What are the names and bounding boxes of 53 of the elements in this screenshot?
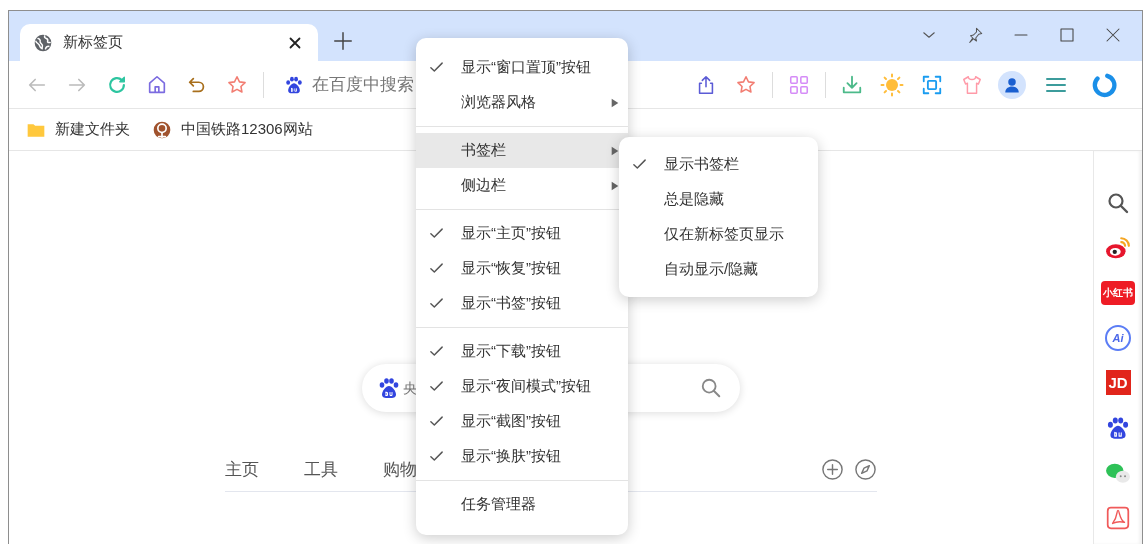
check-icon [429, 414, 444, 429]
check-icon [429, 226, 444, 241]
avatar-icon[interactable] [998, 70, 1026, 99]
app-logo[interactable]: Ai [1105, 324, 1131, 351]
menu-item[interactable]: 任务管理器 [416, 487, 628, 522]
paw-icon [377, 376, 401, 400]
search-icon[interactable] [1106, 190, 1130, 215]
pdf-icon[interactable] [1105, 504, 1131, 531]
rail-logo-icon [152, 119, 172, 140]
paw-icon[interactable] [1105, 414, 1131, 441]
menu-item[interactable]: 显示“窗口置顶”按钮 [416, 50, 628, 85]
submenu-arrow-icon [610, 146, 620, 156]
search-icon[interactable] [700, 377, 722, 399]
pin-icon[interactable] [966, 26, 984, 44]
check-icon [429, 379, 444, 394]
compass-icon[interactable] [854, 458, 877, 481]
add-icon[interactable] [821, 458, 844, 481]
bookmark-link[interactable]: 中国铁路12306网站 [152, 119, 313, 140]
menu-item[interactable]: 浏览器风格 [416, 85, 628, 120]
browser-tab[interactable]: 新标签页 [20, 24, 318, 61]
eye-logo-icon[interactable] [1105, 234, 1131, 261]
screenshot-icon[interactable] [921, 73, 943, 96]
app-logo[interactable]: 小红书 [1101, 280, 1135, 305]
check-icon [429, 449, 444, 464]
menu-item[interactable]: 显示“换肤”按钮 [416, 439, 628, 474]
bookmark-link[interactable]: 新建文件夹 [26, 119, 130, 140]
globe-icon [33, 32, 53, 53]
check-icon [429, 60, 444, 75]
check-icon [429, 296, 444, 311]
download-icon[interactable] [841, 73, 863, 96]
menu-item[interactable]: 显示“夜间模式”按钮 [416, 369, 628, 404]
star-icon[interactable] [226, 73, 248, 96]
maximize-icon[interactable] [1058, 26, 1076, 44]
apps-grid-icon[interactable] [788, 73, 810, 96]
new-tab-plus-icon[interactable] [332, 30, 354, 52]
nav-tab[interactable]: 工具 [304, 458, 338, 481]
app-logo[interactable]: JD [1105, 370, 1131, 395]
star-icon[interactable] [735, 73, 757, 96]
nav-tab[interactable]: 主页 [225, 458, 259, 481]
check-icon [632, 157, 647, 172]
submenu-arrow-icon [610, 181, 620, 191]
paw-icon [284, 74, 304, 95]
ring-logo-icon[interactable] [1091, 71, 1117, 98]
menu-item[interactable]: 书签栏 [416, 133, 628, 168]
home-icon[interactable] [146, 73, 168, 96]
check-icon [429, 344, 444, 359]
nav-tab[interactable]: 购物 [383, 458, 417, 481]
menu-item[interactable]: 显示“书签”按钮 [416, 286, 628, 321]
menu-item[interactable]: 显示“下载”按钮 [416, 334, 628, 369]
menu-item[interactable]: 显示“截图”按钮 [416, 404, 628, 439]
submenu-arrow-icon [610, 98, 620, 108]
shirt-icon[interactable] [961, 73, 983, 96]
check-icon [429, 261, 444, 276]
